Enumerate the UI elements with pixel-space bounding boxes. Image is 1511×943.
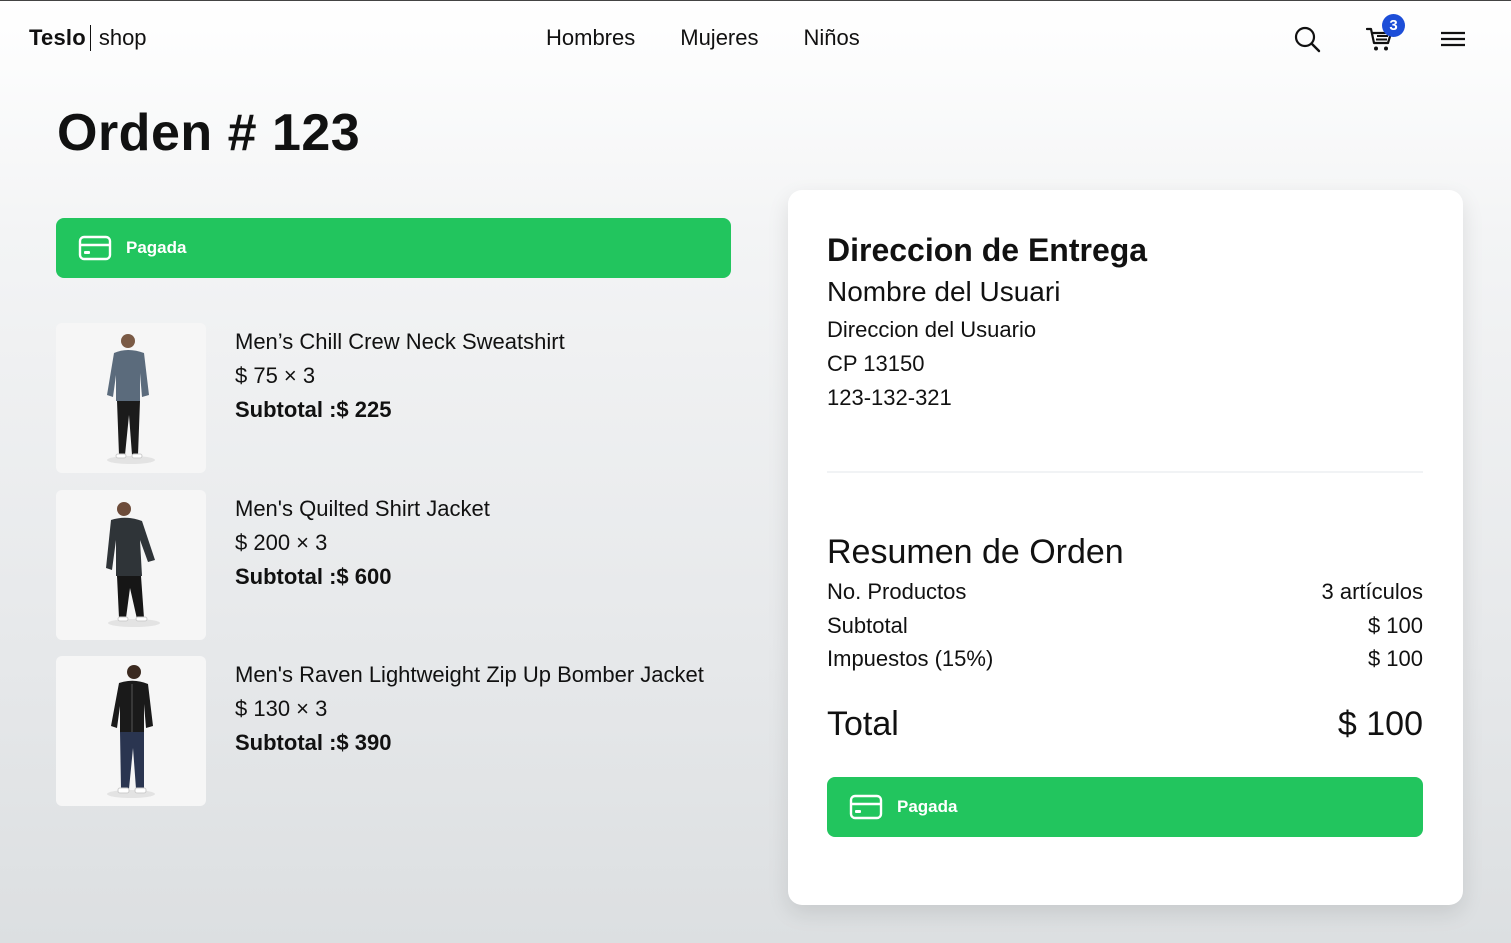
address-zip: CP 13150: [827, 351, 925, 376]
product-name[interactable]: Men's Raven Lightweight Zip Up Bomber Ja…: [235, 658, 705, 692]
address-user-name: Nombre del Usuari: [827, 276, 1061, 307]
total-row: Total $ 100: [827, 705, 1423, 744]
category-links: Hombres Mujeres Niños: [546, 25, 860, 51]
address-street: Direccion del Usuario: [827, 317, 1037, 342]
logo[interactable]: Teslo shop: [29, 25, 147, 51]
summary-row: Impuestos (15%) $ 100: [827, 646, 1423, 672]
summary-row: Subtotal $ 100: [827, 613, 1423, 639]
logo-divider: [89, 25, 91, 51]
summary-value: 3 artículos: [1321, 579, 1424, 604]
product-subtotal: Subtotal :$ 390: [235, 730, 392, 755]
summary-label: No. Productos: [827, 579, 967, 604]
credit-card-icon: [849, 794, 883, 820]
top-navbar: Teslo shop Hombres Mujeres Niños 3: [0, 1, 1511, 77]
total-label: Total: [827, 705, 899, 743]
cart-count-badge: 3: [1382, 14, 1405, 37]
summary-value: $ 100: [1367, 613, 1423, 638]
product-name[interactable]: Men’s Chill Crew Neck Sweatshirt: [235, 325, 705, 359]
product-name[interactable]: Men's Quilted Shirt Jacket: [235, 492, 705, 526]
order-status-label: Pagada: [126, 238, 187, 257]
credit-card-icon: [78, 235, 112, 261]
nav-link-mujeres[interactable]: Mujeres: [680, 25, 758, 51]
nav-link-hombres[interactable]: Hombres: [546, 25, 635, 51]
page-title: Orden # 123: [57, 104, 361, 162]
summary-row: No. Productos 3 artículos: [827, 579, 1423, 605]
order-summary-title: Resumen de Orden: [827, 533, 1124, 571]
total-value: $ 100: [1337, 705, 1423, 743]
divider: [827, 471, 1423, 473]
product-image[interactable]: [56, 490, 206, 640]
product-photo-figure: [107, 665, 155, 798]
product-subtotal: Subtotal :$ 600: [235, 564, 392, 589]
nav-link-ninos[interactable]: Niños: [804, 25, 860, 51]
address-phone: 123-132-321: [827, 385, 952, 410]
product-subtotal: Subtotal :$ 225: [235, 397, 392, 422]
order-status-banner: Pagada: [56, 218, 731, 278]
product-photo-figure: [107, 334, 155, 464]
summary-label: Subtotal: [827, 613, 908, 638]
product-price-qty: $ 200 × 3: [235, 530, 328, 555]
product-image[interactable]: [56, 656, 206, 806]
summary-label: Impuestos (15%): [827, 646, 994, 671]
product-price-qty: $ 75 × 3: [235, 363, 316, 388]
logo-bold-text: Teslo: [29, 25, 86, 50]
summary-value: $ 100: [1367, 646, 1423, 671]
delivery-address-title: Direccion de Entrega: [827, 232, 1148, 268]
menu-icon[interactable]: [1439, 25, 1467, 53]
logo-light-text: shop: [98, 25, 147, 50]
product-price-qty: $ 130 × 3: [235, 696, 328, 721]
payment-status-label: Pagada: [897, 797, 958, 816]
payment-status-banner: Pagada: [827, 777, 1423, 837]
product-image[interactable]: [56, 323, 206, 473]
product-photo-figure: [106, 502, 160, 627]
search-icon[interactable]: [1293, 25, 1321, 53]
